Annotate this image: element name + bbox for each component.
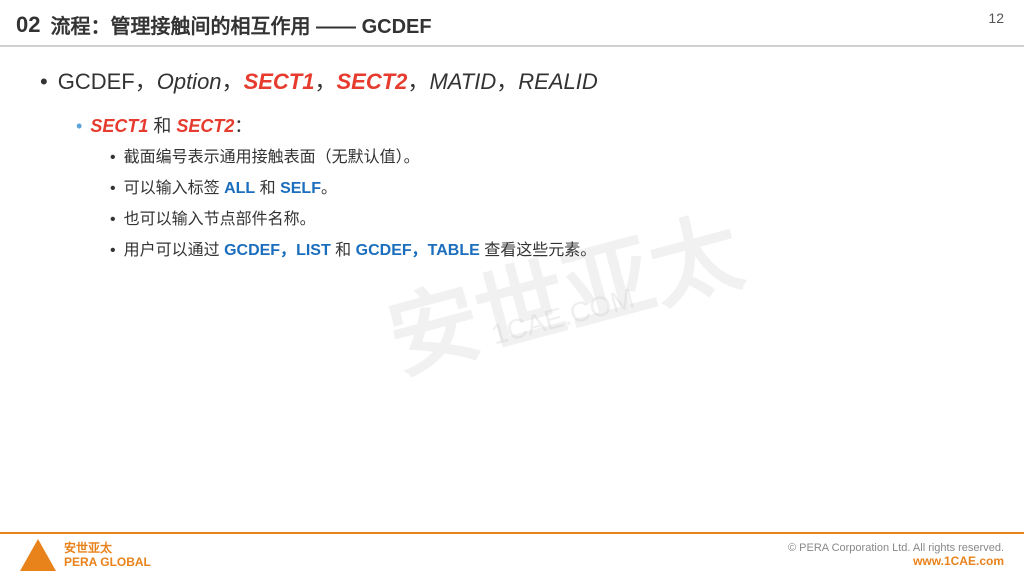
and-last: 和 bbox=[331, 242, 356, 259]
gcdef-label: GCDEF， bbox=[58, 69, 157, 94]
matid-label: MATID bbox=[429, 69, 496, 94]
can-input-label: 可以输入标签 bbox=[124, 180, 224, 197]
self-label: SELF bbox=[280, 180, 321, 197]
comma3: ， bbox=[407, 69, 429, 94]
subsub-bullet-2: • 可以输入标签 ALL 和 SELF。 bbox=[110, 177, 984, 201]
period-2: 。 bbox=[321, 180, 337, 197]
subsub-text-3: 也可以输入节点部件名称。 bbox=[124, 208, 316, 232]
sub-list: • SECT1 和 SECT2： • 截面编号表示通用接触表面（无默认值）。 •… bbox=[76, 112, 984, 263]
realid-label: REALID bbox=[518, 69, 597, 94]
subsub-bullet-3: • 也可以输入节点部件名称。 bbox=[110, 208, 984, 232]
sub-bullet-text: SECT1 和 SECT2： bbox=[90, 112, 252, 138]
logo-line1: 安世亚太 bbox=[64, 541, 112, 555]
footer: 安世亚太 PERA GLOBAL © PERA Corporation Ltd.… bbox=[0, 532, 1024, 576]
footer-url: www.1CAE.com bbox=[788, 554, 1004, 568]
subsub-dot-4: • bbox=[110, 242, 116, 260]
user-can-label: 用户可以通过 bbox=[124, 242, 224, 259]
subsub-text-1: 截面编号表示通用接触表面（无默认值）。 bbox=[124, 146, 420, 170]
main-content: • GCDEF，Option，SECT1，SECT2，MATID，REALID … bbox=[0, 47, 1024, 280]
colon: ： bbox=[234, 116, 252, 136]
gcdef-list-label: GCDEF，LIST bbox=[224, 242, 331, 259]
footer-right: © PERA Corporation Ltd. All rights reser… bbox=[788, 542, 1004, 568]
sect1-sub-label: SECT1 bbox=[90, 116, 148, 136]
sect2-sub-label: SECT2 bbox=[176, 116, 234, 136]
main-bullet-1: • GCDEF，Option，SECT1，SECT2，MATID，REALID bbox=[40, 65, 984, 98]
subsub-list: • 截面编号表示通用接触表面（无默认值）。 • 可以输入标签 ALL 和 SEL… bbox=[110, 146, 984, 263]
subsub-bullet-4: • 用户可以通过 GCDEF，LIST 和 GCDEF，TABLE 查看这些元素… bbox=[110, 239, 984, 263]
comma4: ， bbox=[496, 69, 518, 94]
and-mid: 和 bbox=[255, 180, 280, 197]
slide-title: 流程：管理接触间的相互作用 —— GCDEF bbox=[50, 10, 431, 39]
subsub-text-4: 用户可以通过 GCDEF，LIST 和 GCDEF，TABLE 查看这些元素。 bbox=[124, 239, 597, 263]
main-bullet-dot: • bbox=[40, 65, 48, 98]
comma2: ， bbox=[314, 69, 336, 94]
logo-triangle-icon bbox=[20, 539, 56, 571]
sub-bullet-sect: • SECT1 和 SECT2： bbox=[76, 112, 984, 138]
sub-bullet-dot: • bbox=[76, 116, 82, 137]
page-number: 12 bbox=[988, 10, 1004, 26]
main-bullet-text: GCDEF，Option，SECT1，SECT2，MATID，REALID bbox=[58, 65, 598, 98]
copyright-text: © PERA Corporation Ltd. All rights reser… bbox=[788, 542, 1004, 554]
subsub-dot-1: • bbox=[110, 149, 116, 167]
watermark-english: 1CAE.COM bbox=[488, 282, 638, 351]
sect2-label: SECT2 bbox=[337, 69, 408, 94]
subsub-dot-2: • bbox=[110, 180, 116, 198]
footer-logo: 安世亚太 PERA GLOBAL bbox=[20, 539, 151, 571]
option-label: Option bbox=[157, 69, 222, 94]
and-text: 和 bbox=[148, 116, 176, 136]
subsub-bullet-1: • 截面编号表示通用接触表面（无默认值）。 bbox=[110, 146, 984, 170]
comma1: ， bbox=[222, 69, 244, 94]
subsub-text-2: 可以输入标签 ALL 和 SELF。 bbox=[124, 177, 337, 201]
gcdef-table-label: GCDEF，TABLE bbox=[356, 242, 480, 259]
slide-number: 02 bbox=[16, 12, 40, 38]
see-elements: 查看这些元素。 bbox=[480, 242, 596, 259]
logo-line2: PERA GLOBAL bbox=[64, 555, 151, 569]
subsub-dot-3: • bbox=[110, 211, 116, 229]
sect1-label: SECT1 bbox=[244, 69, 315, 94]
logo-text: 安世亚太 PERA GLOBAL bbox=[64, 541, 151, 570]
all-label: ALL bbox=[224, 180, 255, 197]
header: 02 流程：管理接触间的相互作用 —— GCDEF 12 bbox=[0, 0, 1024, 47]
